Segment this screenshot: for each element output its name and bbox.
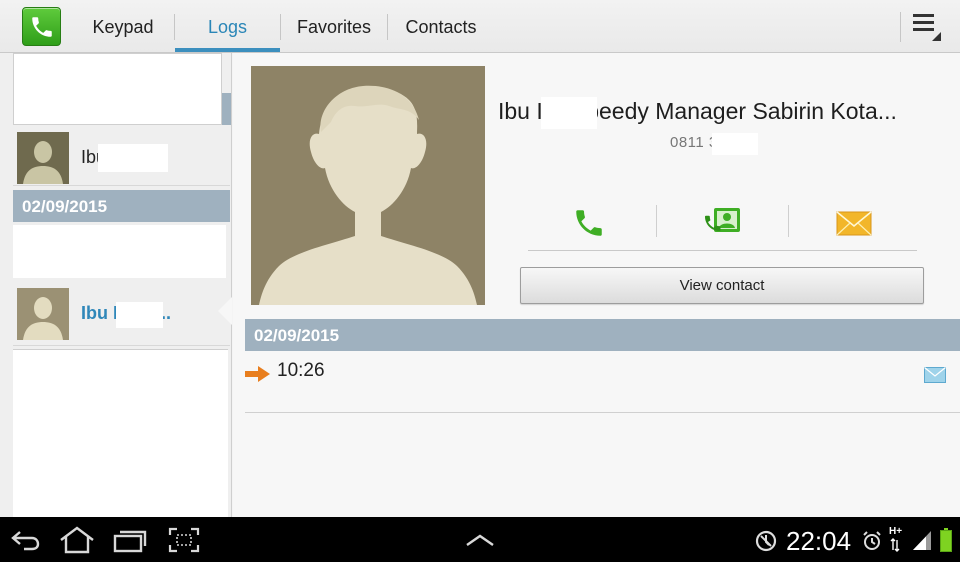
contact-photo-placeholder-icon (251, 66, 485, 305)
redacted-area (13, 53, 222, 125)
video-call-button-icon[interactable] (704, 206, 744, 240)
view-contact-button[interactable]: View contact (520, 267, 924, 304)
contact-avatar-icon (17, 288, 69, 340)
log-entry-row[interactable]: 10:26 (245, 351, 960, 413)
signal-strength-icon (913, 531, 931, 550)
phone-app-icon[interactable] (22, 7, 61, 46)
message-icon (924, 367, 946, 383)
message-button-icon[interactable] (836, 206, 872, 240)
redacted-area (13, 225, 226, 278)
call-button-icon[interactable] (571, 206, 607, 240)
date-group-header: 02/09/2015 (13, 190, 230, 222)
contact-avatar-icon (17, 132, 69, 184)
tab-contacts[interactable]: Contacts (388, 0, 494, 52)
status-clock: 22:04 (786, 526, 852, 556)
network-type-label: H+ (889, 526, 903, 537)
log-date-header: 02/09/2015 (245, 319, 960, 351)
list-item-selected[interactable]: Ibu I Spe... (13, 284, 230, 346)
home-icon[interactable] (58, 526, 96, 554)
action-divider (788, 205, 789, 237)
tab-bar: Keypad Logs Favorites Contacts (0, 0, 960, 53)
screenshot-icon[interactable] (168, 527, 200, 553)
tab-keypad[interactable]: Keypad (73, 0, 173, 52)
log-detail-panel: Ibu I K Speedy Manager Sabirin Kota... 0… (233, 53, 960, 517)
call-log-list: Ibu I Spe... 02/09/2015 Ibu I Spe... (0, 53, 232, 517)
redacted-area (116, 302, 163, 328)
chevron-up-icon[interactable] (464, 533, 496, 547)
redacted-area (541, 97, 597, 129)
redacted-area (98, 144, 168, 172)
list-scroll-edge (222, 93, 231, 125)
alarm-icon (863, 531, 881, 550)
overflow-menu-icon[interactable] (913, 14, 943, 41)
menu-divider (900, 12, 901, 42)
action-divider (656, 205, 657, 237)
tab-favorites[interactable]: Favorites (281, 0, 387, 52)
redacted-area (13, 349, 228, 517)
log-time: 10:26 (277, 360, 325, 381)
back-icon[interactable] (10, 528, 40, 552)
recent-apps-icon[interactable] (112, 527, 148, 553)
list-item[interactable]: Ibu I Spe... (13, 128, 230, 186)
tab-logs[interactable]: Logs (175, 0, 280, 52)
redacted-area (712, 133, 758, 155)
data-activity-icon (890, 538, 900, 552)
selection-pointer (218, 297, 232, 325)
outgoing-arrow-icon (245, 366, 270, 382)
action-underline (528, 250, 917, 251)
battery-icon (940, 528, 952, 552)
system-bar: 22:04 H+ (0, 517, 960, 562)
sync-status-icon (755, 530, 777, 552)
